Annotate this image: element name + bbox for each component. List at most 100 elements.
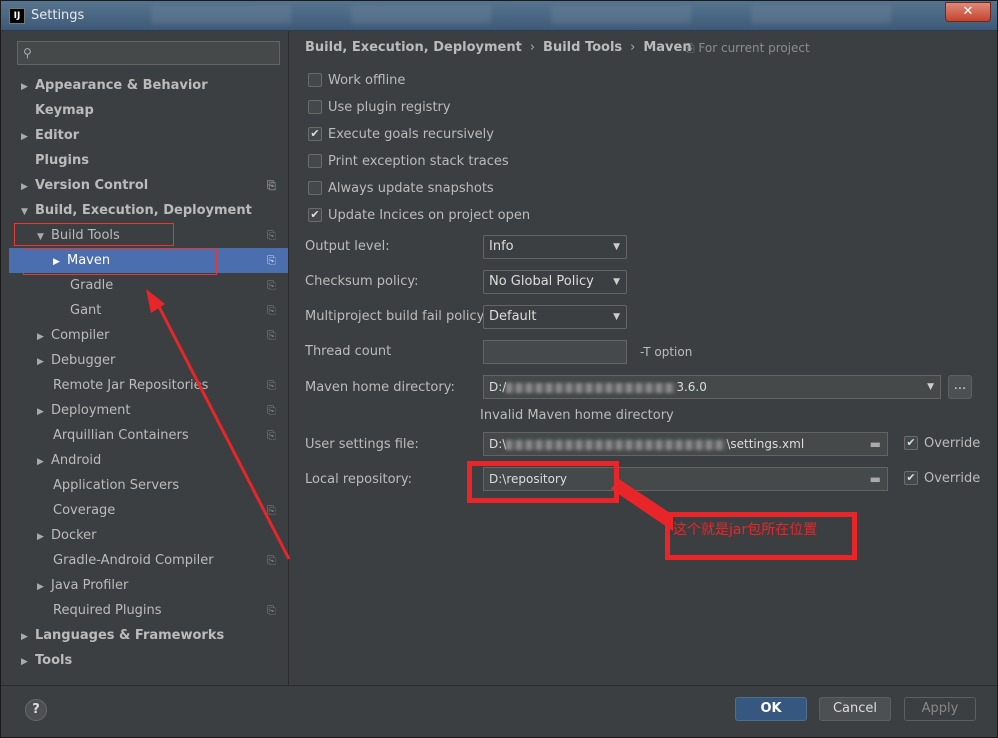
breadcrumb-separator: › [529, 40, 536, 55]
expand-arrow-icon[interactable]: ▶ [37, 350, 51, 375]
output-level-dropdown[interactable]: Info ▼ [483, 235, 627, 259]
checksum-policy-dropdown[interactable]: No Global Policy ▼ [483, 270, 627, 294]
checkbox-box[interactable] [308, 100, 322, 114]
ok-button[interactable]: OK [735, 697, 807, 721]
checkbox-label: Print exception stack traces [328, 154, 509, 169]
expand-arrow-icon[interactable]: ▶ [21, 75, 35, 100]
expand-arrow-icon[interactable]: ▶ [37, 400, 51, 425]
path-suffix: \settings.xml [726, 437, 805, 451]
apply-button[interactable]: Apply [904, 697, 976, 721]
tree-item-gradle[interactable]: Gradle ⎘ [70, 273, 281, 298]
project-scope-icon: ⎘ [267, 329, 276, 342]
user-settings-input[interactable]: D:\ \settings.xml ▬ [483, 432, 888, 456]
print-exception-stack-traces-checkbox[interactable]: Print exception stack traces [308, 152, 509, 172]
breadcrumb-item: Build, Execution, Deployment [305, 40, 522, 55]
tree-item-build-execution-deployment[interactable]: ▼ Build, Execution, Deployment [21, 198, 252, 223]
browse-button[interactable]: ... [948, 375, 972, 399]
maven-home-input[interactable]: D:/ 3.6.0 ▼ [483, 375, 941, 399]
folder-icon[interactable]: ▬ [870, 433, 881, 455]
collapse-arrow-icon[interactable]: ▼ [21, 200, 35, 225]
expand-arrow-icon[interactable]: ▶ [37, 325, 51, 350]
output-level-label: Output level: [305, 239, 390, 254]
expand-arrow-icon[interactable]: ▶ [21, 125, 35, 150]
tree-item-debugger[interactable]: ▶ Debugger [37, 348, 115, 373]
checkbox-box[interactable]: ✔ [308, 208, 322, 222]
checkbox-box[interactable] [308, 181, 322, 195]
tree-label: Gradle [70, 278, 114, 293]
settings-sidebar: ⚲ ▶ Appearance & Behavior Keymap ▶ Editor … [1, 31, 289, 685]
tree-label: Editor [35, 128, 80, 143]
fail-policy-dropdown[interactable]: Default ▼ [483, 305, 627, 329]
tree-item-tools[interactable]: ▶ Tools [21, 648, 72, 673]
project-scope-icon: ⎘ [267, 429, 276, 442]
update-indices-checkbox[interactable]: ✔ Update Incices on project open [308, 206, 530, 226]
checkbox-box[interactable] [308, 154, 322, 168]
tree-item-editor[interactable]: ▶ Editor [21, 123, 79, 148]
help-button[interactable]: ? [25, 699, 47, 721]
window-title: Settings [31, 8, 85, 23]
thread-count-input[interactable] [483, 340, 627, 364]
tree-item-remote-jar-repositories[interactable]: Remote Jar Repositories ⎘ [53, 373, 281, 398]
execute-goals-recursively-checkbox[interactable]: ✔ Execute goals recursively [308, 125, 494, 145]
fail-policy-label: Multiproject build fail policy: [305, 309, 488, 324]
use-plugin-registry-checkbox[interactable]: Use plugin registry [308, 98, 451, 118]
tree-item-arquillian-containers[interactable]: Arquillian Containers ⎘ [53, 423, 281, 448]
expand-arrow-icon[interactable]: ▶ [37, 450, 51, 475]
breadcrumb-item: Build Tools [543, 40, 623, 55]
tree-label: Required Plugins [53, 603, 162, 618]
tree-label: Debugger [51, 353, 116, 368]
breadcrumb-separator: › [630, 40, 636, 55]
cancel-button[interactable]: Cancel [819, 697, 891, 721]
checkbox-box[interactable]: ✔ [904, 436, 918, 450]
checkbox-box[interactable]: ✔ [308, 127, 322, 141]
project-scope-icon: ⎘ [267, 379, 276, 392]
close-button[interactable]: ✕ [945, 2, 991, 22]
local-repository-override-checkbox[interactable]: ✔ Override [904, 469, 980, 489]
tree-label: Version Control [35, 178, 149, 193]
expand-arrow-icon[interactable]: ▶ [37, 525, 51, 550]
expand-arrow-icon[interactable]: ▶ [37, 575, 51, 600]
tree-item-java-profiler[interactable]: ▶ Java Profiler [37, 573, 128, 598]
tree-item-application-servers[interactable]: Application Servers [53, 473, 179, 498]
checkbox-box[interactable]: ✔ [904, 471, 918, 485]
chevron-down-icon[interactable]: ▼ [927, 376, 934, 398]
maven-settings-panel: Build, Execution, Deployment › Build Tools… [290, 31, 997, 685]
breadcrumb: Build, Execution, Deployment › Build Tools… [305, 40, 692, 55]
tree-item-keymap[interactable]: Keymap [35, 98, 94, 123]
dropdown-value: No Global Policy [489, 274, 594, 289]
tree-label: Keymap [35, 103, 94, 118]
search-input[interactable] [42, 44, 272, 62]
tree-item-appearance[interactable]: ▶ Appearance & Behavior [21, 73, 208, 98]
title-bar: IJ Settings ✕ [1, 1, 997, 31]
user-settings-override-checkbox[interactable]: ✔ Override [904, 434, 980, 454]
tree-item-docker[interactable]: ▶ Docker [37, 523, 97, 548]
tree-label: Deployment [51, 403, 131, 418]
always-update-snapshots-checkbox[interactable]: Always update snapshots [308, 179, 494, 199]
checkbox-label: Use plugin registry [328, 100, 451, 115]
expand-arrow-icon[interactable]: ▶ [21, 175, 35, 200]
blurred-path [506, 439, 727, 450]
project-scope-icon: ⎘ [267, 229, 276, 242]
tree-item-plugins[interactable]: Plugins [35, 148, 89, 173]
tree-item-compiler[interactable]: ▶ Compiler ⎘ [37, 323, 281, 348]
tree-item-languages-frameworks[interactable]: ▶ Languages & Frameworks [21, 623, 224, 648]
folder-icon[interactable]: ▬ [870, 468, 881, 490]
expand-arrow-icon[interactable]: ▶ [21, 625, 35, 650]
settings-search[interactable]: ⚲ [17, 41, 280, 65]
tree-item-gant[interactable]: Gant ⎘ [70, 298, 281, 323]
tree-item-coverage[interactable]: Coverage ⎘ [53, 498, 281, 523]
tree-label: Docker [51, 528, 97, 543]
expand-arrow-icon[interactable]: ▶ [21, 650, 35, 675]
tree-item-required-plugins[interactable]: Required Plugins ⎘ [53, 598, 281, 623]
tree-item-gradle-android-compiler[interactable]: Gradle-Android Compiler ⎘ [53, 548, 281, 573]
project-scope-icon: ⎘ [267, 504, 276, 517]
project-scope-icon: ⎘ [267, 179, 276, 192]
work-offline-checkbox[interactable]: Work offline [308, 71, 405, 91]
tree-item-deployment[interactable]: ▶ Deployment ⎘ [37, 398, 281, 423]
checkbox-box[interactable] [308, 73, 322, 87]
tree-item-android[interactable]: ▶ Android [37, 448, 101, 473]
path-suffix: 3.6.0 [676, 380, 707, 394]
user-settings-label: User settings file: [305, 437, 419, 452]
tree-label: Plugins [35, 153, 89, 168]
tree-item-version-control[interactable]: ▶ Version Control ⎘ [21, 173, 281, 198]
